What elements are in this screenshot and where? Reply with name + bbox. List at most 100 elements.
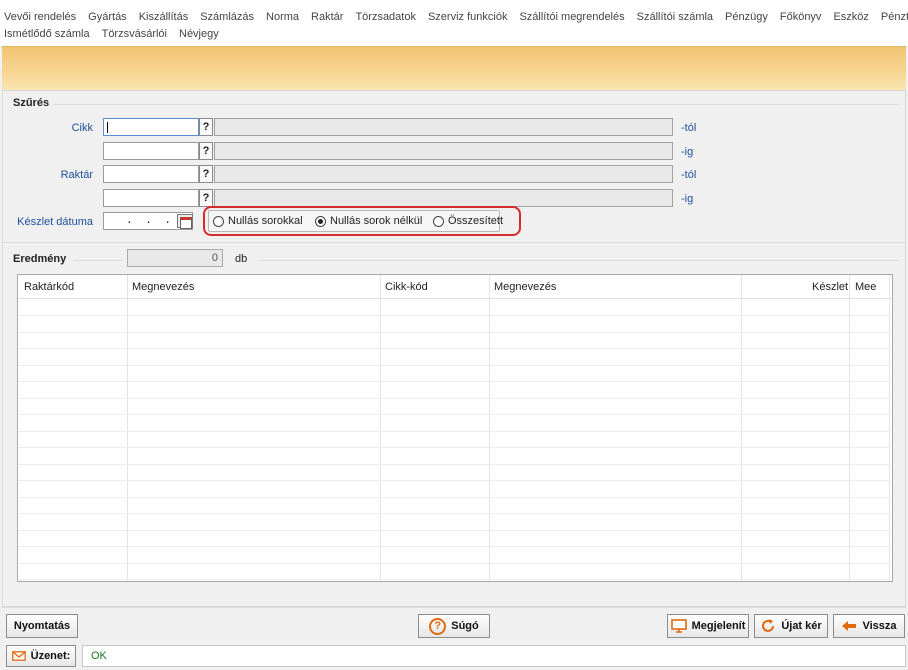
radio-dot-selected (315, 215, 326, 227)
row-divider (18, 348, 890, 349)
row-divider (18, 513, 890, 514)
col-header-warehouse-name[interactable]: Megnevezés (132, 281, 194, 293)
help-button-label: Súgó (451, 620, 479, 632)
menu-item[interactable]: Szállítói megrendelés (519, 11, 624, 27)
raktar-to-input[interactable] (103, 189, 199, 207)
row-divider (18, 431, 890, 432)
col-header-stock[interactable]: Készlet (812, 281, 848, 293)
row-divider (18, 546, 890, 547)
result-divider-left (73, 260, 123, 261)
print-button[interactable]: Nyomtatás (6, 614, 78, 638)
menu-item[interactable]: Névjegy (179, 28, 219, 44)
menu-item[interactable]: Főkönyv (780, 11, 822, 27)
col-divider (889, 275, 890, 581)
row-divider (18, 447, 890, 448)
main-panel: Szűrés Cikk ? -tól ? -ig Raktár ? -tól ?… (2, 90, 906, 607)
message-button[interactable]: Üzenet: (6, 645, 76, 667)
row-divider (18, 464, 890, 465)
cikk-to-input[interactable] (103, 142, 199, 160)
filter-divider (53, 104, 899, 105)
raktar-from-input[interactable] (103, 165, 199, 183)
menu-item[interactable]: Ismétlődő számla (4, 28, 90, 44)
menu-item[interactable]: Szerviz funkciók (428, 11, 507, 27)
back-button-label: Vissza (862, 620, 897, 632)
monitor-icon (670, 619, 687, 633)
radio-dot (213, 215, 224, 227)
menu-item[interactable]: Szállítói számla (637, 11, 713, 27)
menu-item[interactable]: Gyártás (88, 11, 127, 27)
menu-item[interactable]: Törzsadatok (355, 11, 416, 27)
new-request-button[interactable]: Újat kér (754, 614, 828, 638)
menu-item[interactable]: Kiszállítás (139, 11, 189, 27)
message-label: Üzenet: (30, 650, 71, 662)
row-divider (18, 381, 890, 382)
col-header-item-name[interactable]: Megnevezés (494, 281, 556, 293)
menu-row-2: Ismétlődő számla Törzsvásárlói Névjegy (4, 28, 231, 44)
cikk-from-input[interactable] (103, 118, 199, 136)
menu-item[interactable]: Pénzügy (725, 11, 768, 27)
status-bar: Üzenet: OK (2, 643, 906, 669)
col-divider (127, 275, 128, 581)
cikk-to-description (214, 142, 673, 160)
section-divider (3, 242, 905, 243)
menu-item[interactable]: Pénztár (881, 11, 908, 27)
col-header-warehouse-code[interactable]: Raktárkód (24, 281, 74, 293)
raktar-from-lookup-button[interactable]: ? (199, 165, 213, 183)
cikk-to-suffix: -ig (681, 146, 694, 158)
menu-item[interactable]: Törzsvásárlói (102, 28, 167, 44)
zero-rows-option-group: Nullás sorokkal Nullás sorok nélkül Össz… (208, 210, 503, 232)
new-button-label: Újat kér (781, 620, 822, 632)
menu-item[interactable]: Számlázás (200, 11, 254, 27)
col-divider (489, 275, 490, 581)
option-label: Nullás sorokkal (228, 215, 303, 227)
row-divider (18, 398, 890, 399)
menu-row-1: Vevői rendelés Gyártás Kiszállítás Számlázá… (4, 11, 908, 27)
raktar-from-description (214, 165, 673, 183)
refresh-icon (762, 619, 775, 632)
col-header-item-code[interactable]: Cikk-kód (385, 281, 428, 293)
raktar-from-suffix: -tól (681, 169, 697, 181)
cikk-to-lookup-button[interactable]: ? (199, 142, 213, 160)
help-button[interactable]: ? Súgó (418, 614, 490, 638)
raktar-to-suffix: -ig (681, 193, 694, 205)
status-message: OK (82, 645, 906, 667)
raktar-to-lookup-button[interactable]: ? (199, 189, 213, 207)
row-divider (18, 332, 890, 333)
button-bar: Nyomtatás ? Súgó Megjelenít Újat kér Vis… (2, 607, 906, 643)
row-divider (18, 480, 890, 481)
row-divider (18, 579, 890, 580)
help-icon: ? (429, 617, 447, 635)
row-divider (18, 365, 890, 366)
menu-item[interactable]: Eszköz (833, 11, 868, 27)
result-unit: db (235, 253, 248, 265)
option-with-zero-rows[interactable]: Nullás sorokkal (213, 215, 303, 227)
menu-item[interactable]: Raktár (311, 11, 343, 27)
raktar-to-description (214, 189, 673, 207)
cikk-from-description (214, 118, 673, 136)
envelope-icon (11, 651, 26, 661)
header-band (2, 46, 906, 90)
menu-bar: Vevői rendelés Gyártás Kiszállítás Számlázá… (0, 0, 908, 46)
col-header-unit[interactable]: Mee (855, 281, 876, 293)
raktar-label: Raktár (60, 169, 93, 181)
option-label: Nullás sorok nélkül (330, 215, 423, 227)
row-divider (18, 315, 890, 316)
result-grid[interactable]: Raktárkód Megnevezés Cikk-kód Megnevezés… (17, 274, 893, 582)
menu-item[interactable]: Norma (266, 11, 299, 27)
radio-dot (433, 215, 444, 227)
option-label: Összesített (448, 215, 504, 227)
result-divider-right (259, 260, 899, 261)
row-divider (18, 530, 890, 531)
cikk-from-lookup-button[interactable]: ? (199, 118, 213, 136)
back-button[interactable]: Vissza (833, 614, 905, 638)
result-title: Eredmény (13, 253, 67, 265)
cikk-label: Cikk (71, 122, 93, 134)
filter-title: Szűrés (13, 97, 50, 109)
option-without-zero-rows[interactable]: Nullás sorok nélkül (315, 215, 422, 227)
row-divider (18, 414, 890, 415)
calendar-icon[interactable] (177, 214, 193, 229)
show-button[interactable]: Megjelenít (667, 614, 749, 638)
option-summary[interactable]: Összesített (433, 215, 503, 227)
menu-item[interactable]: Vevői rendelés (4, 11, 76, 27)
col-divider (741, 275, 742, 581)
